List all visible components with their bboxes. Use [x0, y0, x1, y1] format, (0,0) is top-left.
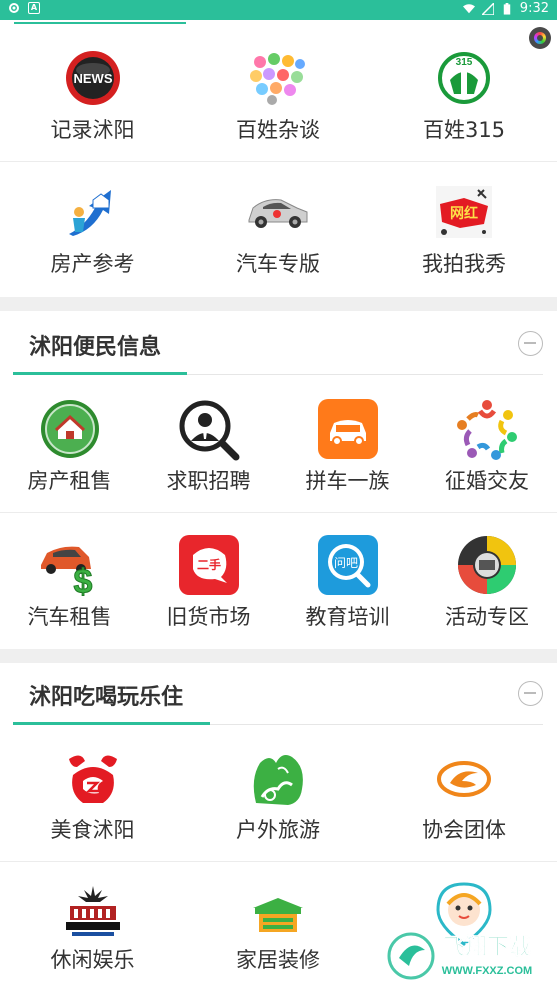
collapse-icon[interactable]: [518, 331, 543, 356]
car-icon: [248, 199, 308, 228]
people-circle-icon: [457, 400, 517, 460]
tab-indicator: [14, 22, 186, 24]
grid-item-qiche-zushou[interactable]: $ 汽车租售: [0, 513, 139, 649]
grid-item-label: 征婚交友: [445, 469, 529, 493]
settings-icon: [9, 3, 19, 13]
watermark: 飞翔下载 WWW.FXXZ.COM: [387, 928, 547, 984]
home-decor-icon: [253, 898, 303, 932]
grid-item-label: 旧货市场: [166, 605, 251, 629]
grid-item-xiehui[interactable]: 协会团体: [371, 727, 557, 862]
chat-bubbles-icon: [250, 53, 305, 105]
grid-item-jiaju[interactable]: 家居装修: [185, 862, 371, 992]
grid-item-label: 我拍我秀: [422, 252, 506, 276]
food-icon: [68, 755, 117, 803]
person-search-icon: [179, 400, 239, 461]
wifi-icon: [462, 3, 475, 13]
secondhand-text: 二手: [196, 557, 220, 572]
grid-item-315[interactable]: 315 百姓315: [371, 28, 557, 162]
watermark-title: 飞翔下载: [443, 934, 531, 960]
car-dollar-icon: $: [40, 546, 93, 597]
grid-item-zatan[interactable]: 百姓杂谈: [185, 28, 371, 162]
svg-text:315: 315: [456, 57, 473, 68]
grid-item-label: 户外旅游: [236, 818, 320, 842]
grid-item-xiuxian[interactable]: 休闲娱乐: [0, 862, 185, 992]
activity-icon: [458, 536, 516, 594]
secondhand-icon: 二手: [178, 535, 239, 595]
grid-item-label: 汽车租售: [27, 605, 112, 629]
house-badge-icon: [40, 400, 99, 458]
top-grid-row-2: 房产参考 汽车专版 网红 我拍我秀: [0, 162, 557, 296]
grid-item-fangchan-cankao[interactable]: 房产参考: [0, 162, 185, 296]
grid-item-fangchan-zushou[interactable]: 房产租售: [0, 377, 139, 513]
grid-item-jilu[interactable]: NEWS 记录沭阳: [0, 28, 185, 162]
status-bar: A 9:32: [0, 0, 557, 20]
a-icon: A: [28, 2, 40, 14]
section-gap: [0, 297, 557, 311]
carpool-icon: [317, 399, 378, 459]
wenba-icon: 问吧: [317, 535, 378, 595]
svg-text:NEWS: NEWS: [73, 71, 112, 86]
grid-item-label: 房产参考: [50, 252, 135, 276]
section-title: 沭阳吃喝玩乐住: [29, 685, 184, 710]
signal-icon: [481, 2, 494, 15]
wanghong-icon: 网红: [436, 186, 492, 238]
section-header-bianmin: 沭阳便民信息: [0, 311, 557, 375]
grid-item-label: 拼车一族: [305, 469, 390, 493]
grid-item-jiaoyu[interactable]: 问吧 教育培训: [278, 513, 417, 649]
consumer-315-icon: 315: [438, 52, 490, 104]
grid-item-label: 求职招聘: [166, 469, 251, 493]
grid-item-label: 家居装修: [236, 948, 320, 972]
svg-text:网红: 网红: [450, 205, 478, 222]
news-icon: NEWS: [65, 51, 120, 105]
watermark-url: WWW.FXXZ.COM: [442, 965, 532, 977]
grid-item-label: 协会团体: [422, 818, 506, 842]
grid-item-label: 汽车专版: [236, 252, 320, 276]
grid-item-label: 休闲娱乐: [50, 948, 135, 972]
outdoor-icon: [253, 755, 303, 805]
grid-item-meishi[interactable]: 美食沭阳: [0, 727, 185, 862]
grid-item-label: 百姓杂谈: [236, 118, 320, 142]
grid-item-label: 记录沭阳: [50, 118, 135, 142]
section-title: 沭阳便民信息: [29, 335, 162, 360]
grid-item-zhenghun[interactable]: 征婚交友: [417, 377, 557, 513]
new-york-icon: [65, 886, 120, 936]
grid-item-pinche[interactable]: 拼车一族: [278, 377, 417, 513]
section-title-underline: [13, 722, 210, 725]
wenba-text: 问吧: [333, 556, 357, 570]
grid-item-qiche-zhuanban[interactable]: 汽车专版: [185, 162, 371, 296]
section-header-chihe: 沭阳吃喝玩乐住: [0, 661, 557, 725]
svg-text:$: $: [73, 563, 92, 597]
clock: 9:32: [519, 1, 549, 16]
section-title-underline: [13, 372, 187, 375]
house-arrow-icon: [68, 190, 111, 236]
association-icon: [437, 761, 491, 797]
watermark-logo-icon: 飞翔下载 WWW.FXXZ.COM: [387, 932, 532, 980]
bianmin-grid-row-1: 房产租售 求职招聘 拼车一族 征婚交友: [0, 377, 557, 513]
grid-item-qiuzhi[interactable]: 求职招聘: [139, 377, 278, 513]
top-grid-row-1: NEWS 记录沭阳 百姓杂谈 315 百姓315: [0, 28, 557, 162]
grid-item-label: 房产租售: [27, 469, 112, 493]
grid-item-huodong[interactable]: 活动专区: [417, 513, 557, 649]
grid-item-paixiu[interactable]: 网红 我拍我秀: [371, 162, 557, 296]
grid-item-huwai[interactable]: 户外旅游: [185, 727, 371, 862]
grid-item-label: 美食沭阳: [50, 818, 135, 842]
grid-item-label: 百姓315: [422, 118, 506, 142]
chihe-grid-row-1: 美食沭阳 户外旅游 协会团体: [0, 727, 557, 862]
grid-item-label: 教育培训: [305, 605, 390, 629]
grid-item-jiuhuo[interactable]: 二手 旧货市场: [139, 513, 278, 649]
bianmin-grid-row-2: $ 汽车租售 二手 旧货市场 问吧 教育培训 活动专区: [0, 513, 557, 649]
collapse-icon[interactable]: [518, 681, 543, 706]
grid-item-label: 活动专区: [445, 605, 529, 629]
battery-icon: [503, 2, 511, 15]
